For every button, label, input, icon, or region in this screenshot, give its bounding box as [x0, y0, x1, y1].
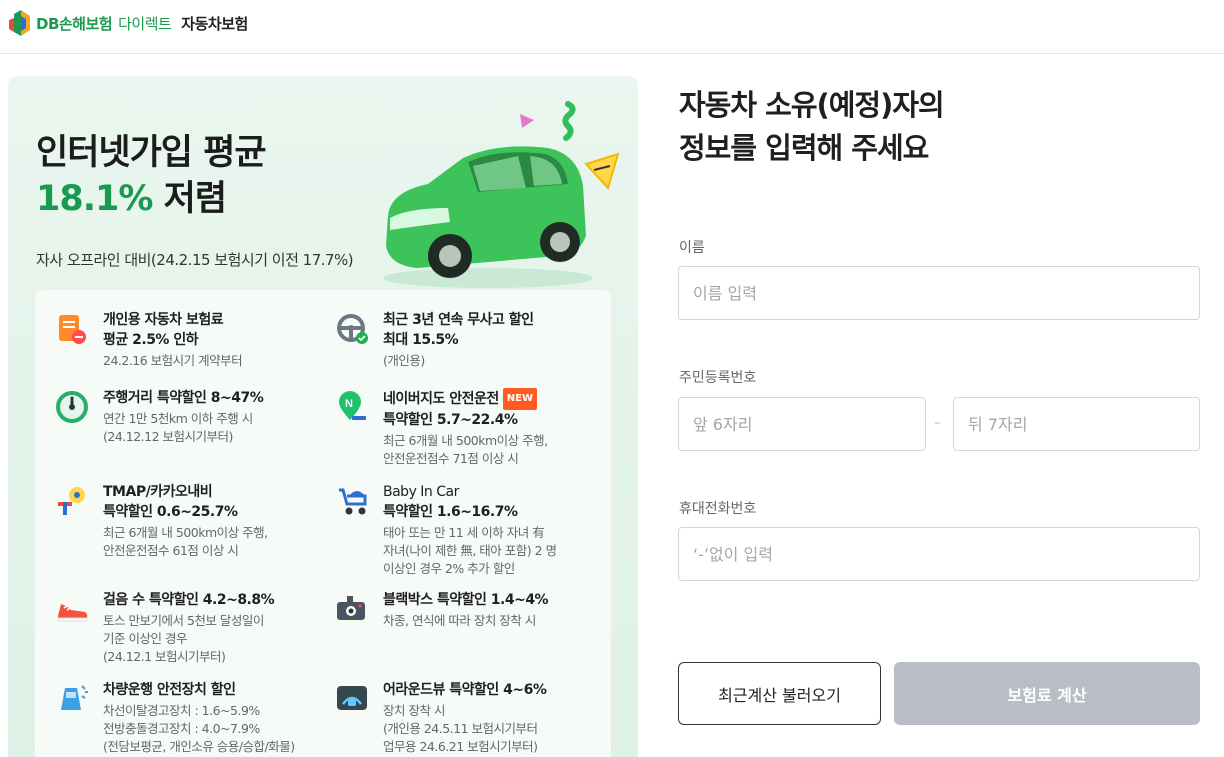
rrn-label: 주민등록번호 [679, 370, 757, 386]
phone-label: 휴대전화번호 [679, 501, 757, 517]
product-name: 자동차보험 [181, 14, 248, 33]
site-header: DB손해보험 다이렉트 자동차보험 [0, 0, 1224, 54]
benefit-desc-3: (전담보평균, 개인소유 승용/승합/화물) [103, 739, 295, 754]
load-recent-calculation-button[interactable]: 최근계산 불러오기 [678, 662, 881, 725]
rrn-back-input[interactable] [953, 397, 1200, 451]
phone-input[interactable] [678, 527, 1200, 581]
benefit-title: 걸음 수 특약할인 4.2~8.8% [103, 592, 275, 608]
brand-name: DB손해보험 다이렉트 [36, 13, 172, 34]
benefit-desc-2: 안전운전점수 71점 이상 시 [383, 451, 519, 466]
benefit-desc-2: 안전운전점수 61점 이상 시 [103, 543, 239, 558]
steering-wheel-icon [337, 314, 368, 344]
benefit-desc: 토스 만보기에서 5천보 달성일이 [103, 613, 264, 628]
promo-discount-rate: 18.1% [36, 179, 153, 219]
benefit-desc-2: 기준 이상인 경우 [103, 631, 187, 646]
document-discount-icon [59, 315, 86, 344]
green-car-illustration [383, 101, 620, 288]
promo-title-suffix: 저렴 [152, 179, 227, 219]
promo-title-line1: 인터넷가입 평균 [36, 133, 267, 173]
tmap-kakao-icon [58, 487, 85, 515]
promo-note: 자사 오프라인 대비(24.2.15 보험시기 이전 17.7%) [36, 251, 354, 269]
form-title: 자동차 소유(예정)자의 정보를 입력해 주세요 [679, 84, 945, 170]
benefit-desc: 24.2.16 보험시기 계약부터 [103, 353, 243, 368]
benefit-desc: 최근 6개월 내 500km이상 주행, [103, 525, 268, 540]
benefit-title: 최근 3년 연속 무사고 할인 [383, 312, 534, 328]
benefit-title: TMAP/카카오내비 [103, 484, 213, 500]
benefit-desc: 최근 6개월 내 500km이상 주행, [383, 433, 548, 448]
db-logo-icon [9, 10, 30, 36]
benefit-desc-2: 자녀(나이 제한 無, 태아 포함) 2 명 [383, 543, 557, 558]
benefit-desc-3: 업무용 24.6.21 보험시기부터) [383, 739, 538, 754]
name-input[interactable] [678, 266, 1200, 320]
benefit-title-2: 평균 2.5% 인하 [103, 332, 199, 348]
benefit-desc: 태아 또는 만 11 세 이하 자녀 有 [383, 525, 545, 540]
benefit-title-2: 최대 15.5% [383, 332, 459, 348]
brand-direct-text: 다이렉트 [118, 14, 172, 33]
sneaker-icon [57, 604, 88, 622]
brand-logo[interactable]: DB손해보험 다이렉트 자동차보험 [8, 8, 248, 38]
dashcam-icon [337, 596, 365, 620]
benefit-desc: 장치 장착 시 [383, 703, 445, 718]
new-badge: NEW [502, 388, 538, 410]
naver-map-pin-icon: N [339, 391, 366, 420]
benefit-title: 어라운드뷰 특약할인 4~6% [383, 682, 547, 698]
speedometer-icon [56, 391, 88, 423]
benefit-desc: 차선이탈경고장치 : 1.6~5.9% [103, 703, 260, 718]
car-safety-icon [61, 685, 88, 710]
benefit-desc-3: 이상인 경우 2% 추가 할인 [383, 561, 515, 576]
benefit-desc-2: 전방충돌경고장치 : 4.0~7.9% [103, 721, 260, 736]
benefit-title: 주행거리 특약할인 8~47% [103, 390, 264, 406]
benefit-desc-2: (개인용 24.5.11 보험시기부터 [383, 721, 538, 736]
rrn-separator: – [934, 415, 941, 431]
benefit-title-2: 특약할인 1.6~16.7% [383, 504, 518, 520]
rrn-front-input[interactable] [678, 397, 926, 451]
benefit-title-2: 특약할인 5.7~22.4% [383, 412, 518, 428]
promo-title: 인터넷가입 평균 18.1% 저렴 [36, 130, 267, 222]
form-title-line2: 정보를 입력해 주세요 [679, 131, 929, 165]
benefit-desc: 차종, 연식에 따라 장치 장착 시 [383, 613, 536, 628]
calculate-premium-button[interactable]: 보험료 계산 [894, 662, 1200, 725]
benefit-title: 차량운행 안전장치 할인 [103, 682, 236, 698]
form-title-line1: 자동차 소유(예정)자의 [679, 88, 945, 122]
name-label: 이름 [679, 240, 705, 256]
benefit-title: 네이버지도 안전운전 [383, 391, 499, 407]
benefit-title: 블랙박스 특약할인 1.4~4% [383, 592, 549, 608]
benefit-title: 개인용 자동차 보험료 [103, 312, 224, 328]
baby-stroller-icon [339, 488, 367, 515]
brand-db-text: DB손해보험 [36, 14, 113, 33]
promo-panel: 인터넷가입 평균 18.1% 저렴 자사 오프라인 대비(24.2.15 보험시… [8, 76, 638, 757]
around-view-icon [337, 686, 367, 710]
benefit-title-2: 특약할인 0.6~25.7% [103, 504, 238, 520]
benefit-list: 개인용 자동차 보험료 평균 2.5% 인하 24.2.16 보험시기 계약부터… [35, 290, 611, 757]
benefit-desc-3: (24.12.1 보험시기부터) [103, 649, 226, 664]
benefit-desc: 연간 1만 5천km 이하 주행 시 [103, 411, 253, 426]
benefit-desc-2: (24.12.12 보험시기부터) [103, 429, 233, 444]
svg-text:N: N [345, 398, 353, 410]
benefit-desc: (개인용) [383, 353, 425, 368]
benefit-title: Baby In Car [383, 484, 459, 500]
